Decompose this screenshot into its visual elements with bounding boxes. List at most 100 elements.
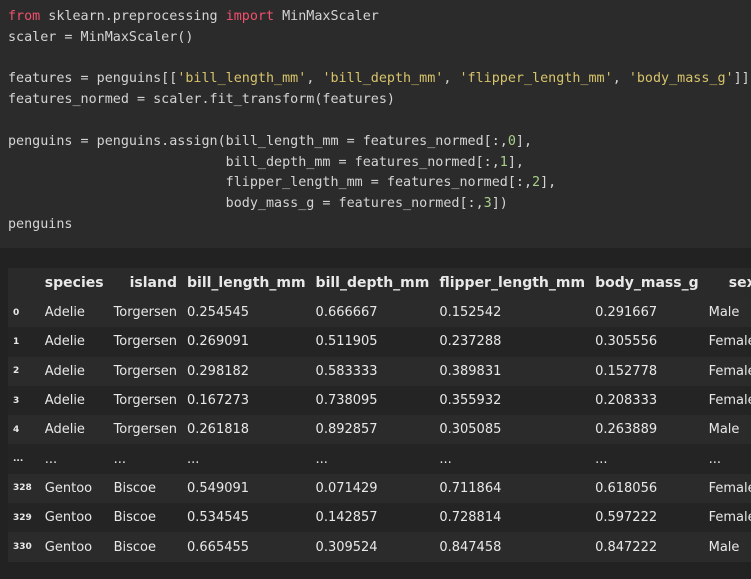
keyword-import: import — [225, 9, 275, 24]
cell-bill-length: 0.549091 — [187, 480, 250, 496]
table-row: 328 Gentoo Biscoe 0.549091 0.071429 0.71… — [8, 473, 751, 504]
cell-bill-depth: 0.511905 — [315, 334, 378, 350]
number-literal: 3 — [483, 196, 492, 212]
cell-sex: Female — [708, 393, 751, 409]
row-index: 2 — [13, 366, 20, 377]
cell-body-mass: 0.305556 — [595, 334, 658, 350]
cell-species: Adelie — [44, 305, 85, 321]
table-row: 3 Adelie Torgersen 0.167273 0.738095 0.3… — [8, 385, 751, 416]
cell-flipper-length: 0.152542 — [439, 305, 502, 321]
code-text: penguins = penguins.assign(bill_length_m… — [8, 133, 508, 149]
string-literal: 'bill_length_mm' — [177, 71, 307, 87]
code-line-1: from sklearn.preprocessing import MinMax… — [8, 7, 751, 28]
cell-species: ... — [44, 451, 58, 467]
cell-flipper-length: 0.847458 — [439, 539, 502, 555]
cell-species: Gentoo — [44, 539, 93, 555]
cell-bill-length: ... — [187, 451, 200, 467]
code-line-10: body_mass_g = features_normed[:,3]) — [8, 194, 751, 215]
table-row: 330 Gentoo Biscoe 0.665455 0.309524 0.84… — [8, 532, 751, 562]
cell-species: Gentoo — [44, 480, 93, 496]
cell-island: Torgersen — [113, 422, 177, 438]
cell-bill-length: 0.298182 — [187, 363, 250, 379]
table-row: 0 Adelie Torgersen 0.254545 0.666667 0.1… — [8, 298, 751, 328]
table-body: 0 Adelie Torgersen 0.254545 0.666667 0.1… — [8, 298, 751, 562]
number-literal: 0 — [507, 133, 516, 149]
column-header-body-mass: body_mass_g — [590, 268, 704, 298]
table-row: 329 Gentoo Biscoe 0.534545 0.142857 0.72… — [8, 503, 751, 533]
code-text: features = penguins[[ — [8, 71, 178, 87]
row-index: 328 — [13, 483, 32, 494]
cell-bill-length: 0.269091 — [187, 334, 250, 350]
cell-sex: Male — [708, 422, 740, 438]
row-index: 4 — [13, 424, 20, 435]
table-row-ellipsis: ... ... ... ... ... ... ... ... — [8, 444, 751, 474]
column-header-bill-length: bill_length_mm — [182, 268, 311, 298]
notebook-page: from sklearn.preprocessing import MinMax… — [0, 0, 751, 579]
string-literal: 'bill_depth_mm' — [322, 71, 444, 87]
cell-body-mass: 0.152778 — [595, 363, 658, 379]
row-index: 329 — [13, 512, 32, 523]
cell-body-mass: 0.263889 — [595, 422, 658, 438]
cell-output: species island bill_length_mm bill_depth… — [0, 248, 751, 579]
cell-island: ... — [113, 451, 126, 467]
cell-sex: Female — [708, 363, 751, 379]
cell-bill-length: 0.261818 — [187, 422, 250, 438]
table-header: species island bill_length_mm bill_depth… — [8, 268, 751, 298]
cell-flipper-length: 0.711864 — [439, 480, 502, 496]
column-header-species: species — [39, 268, 109, 298]
row-index: 3 — [13, 395, 20, 406]
cell-bill-length: 0.665455 — [187, 539, 250, 555]
import-name: MinMaxScaler — [274, 9, 379, 24]
header-row: species island bill_length_mm bill_depth… — [8, 268, 751, 298]
code-line-11: penguins — [8, 216, 73, 232]
table-row: 4 Adelie Torgersen 0.261818 0.892857 0.3… — [8, 415, 751, 445]
cell-bill-depth: 0.583333 — [315, 363, 378, 379]
code-text: body_mass_g = features_normed[:, — [8, 196, 484, 212]
code-line-9: flipper_length_mm = features_normed[:,2]… — [8, 173, 751, 194]
row-index: 330 — [13, 542, 32, 553]
code-text: , — [612, 71, 629, 87]
index-header — [8, 268, 40, 298]
column-header-bill-depth: bill_depth_mm — [310, 268, 435, 298]
string-literal: 'flipper_length_mm' — [459, 71, 613, 87]
cell-bill-length: 0.534545 — [187, 510, 250, 526]
cell-island: Biscoe — [113, 539, 156, 555]
cell-island: Biscoe — [113, 510, 156, 526]
cell-species: Gentoo — [44, 510, 93, 526]
cell-sex: Male — [708, 305, 740, 321]
dataframe-table: species island bill_length_mm bill_depth… — [8, 268, 751, 562]
code-text: , — [306, 71, 323, 87]
cell-sex: Male — [708, 539, 740, 555]
column-header-flipper-length: flipper_length_mm — [434, 268, 591, 298]
cell-bill-depth: 0.309524 — [315, 539, 378, 555]
module-name: sklearn.preprocessing — [40, 9, 226, 24]
row-index: 1 — [13, 336, 20, 347]
cell-body-mass: 0.291667 — [595, 305, 658, 321]
cell-body-mass: 0.208333 — [595, 393, 658, 409]
code-text: ], — [540, 175, 557, 191]
code-cell[interactable]: from sklearn.preprocessing import MinMax… — [0, 0, 751, 248]
cell-body-mass: 0.597222 — [595, 510, 658, 526]
code-text: flipper_length_mm = features_normed[:, — [8, 175, 533, 191]
code-line-4: features = penguins[['bill_length_mm', '… — [8, 69, 751, 90]
cell-sex: Female — [708, 334, 751, 350]
cell-island: Torgersen — [113, 334, 177, 350]
code-line-2: scaler = MinMaxScaler() — [8, 29, 194, 45]
code-text: ], — [515, 133, 533, 149]
row-index: 0 — [13, 307, 20, 318]
string-literal: 'body_mass_g' — [628, 71, 734, 87]
code-text: ]) — [491, 196, 508, 212]
cell-island: Torgersen — [113, 305, 177, 321]
code-text: , — [443, 71, 460, 87]
table-row: 2 Adelie Torgersen 0.298182 0.583333 0.3… — [8, 356, 751, 386]
cell-island: Biscoe — [113, 480, 156, 496]
code-text: ], — [507, 154, 524, 170]
cell-species: Adelie — [44, 393, 85, 409]
cell-flipper-length: 0.355932 — [439, 393, 502, 409]
code-text: bill_depth_mm = features_normed[:, — [8, 154, 500, 170]
table-row: 1 Adelie Torgersen 0.269091 0.511905 0.2… — [8, 327, 751, 357]
cell-bill-depth: 0.892857 — [315, 422, 378, 438]
cell-bill-depth: 0.071429 — [315, 480, 378, 496]
